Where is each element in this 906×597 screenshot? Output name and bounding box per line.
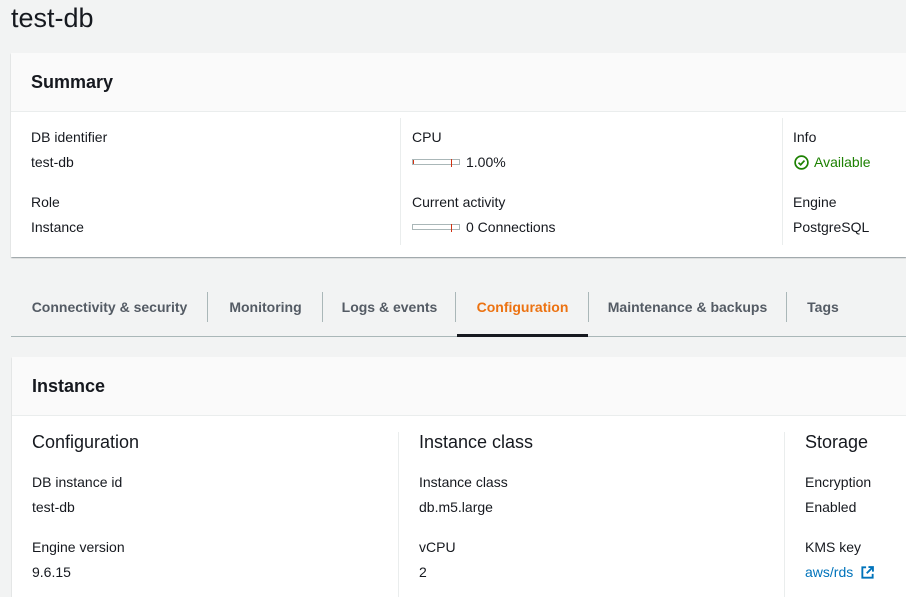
role-label: Role bbox=[31, 194, 60, 210]
page-title: test-db bbox=[11, 0, 94, 36]
encryption-label: Encryption bbox=[805, 474, 871, 490]
engine-label: Engine bbox=[793, 194, 837, 210]
instance-divider-1 bbox=[398, 432, 399, 597]
summary-heading: Summary bbox=[11, 53, 906, 112]
cpu-label: CPU bbox=[412, 129, 442, 145]
instance-divider-2 bbox=[784, 432, 785, 597]
db-instance-id-value: test-db bbox=[32, 499, 75, 515]
tab-logs-events[interactable]: Logs & events bbox=[323, 278, 456, 336]
check-circle-icon bbox=[794, 155, 809, 170]
db-identifier-value: test-db bbox=[31, 154, 74, 170]
instance-panel: Instance Configuration DB instance id te… bbox=[12, 357, 906, 597]
tab-tags[interactable]: Tags bbox=[787, 278, 859, 336]
engine-version-label: Engine version bbox=[32, 539, 125, 555]
detail-tabs: Connectivity & security Monitoring Logs … bbox=[11, 278, 906, 337]
vcpu-label: vCPU bbox=[419, 539, 456, 555]
activity-bar bbox=[412, 224, 460, 230]
storage-section-title: Storage bbox=[805, 432, 868, 453]
instance-class-label: Instance class bbox=[419, 474, 508, 490]
cpu-value: 1.00% bbox=[466, 154, 506, 170]
tab-configuration[interactable]: Configuration bbox=[457, 278, 588, 336]
current-activity-value: 0 Connections bbox=[466, 219, 556, 235]
summary-panel: Summary DB identifier test-db Role Insta… bbox=[11, 53, 906, 257]
info-label: Info bbox=[793, 129, 816, 145]
kms-key-label: KMS key bbox=[805, 539, 861, 555]
status-available: Available bbox=[814, 154, 871, 170]
tab-connectivity-security[interactable]: Connectivity & security bbox=[11, 278, 208, 336]
encryption-value: Enabled bbox=[805, 499, 856, 515]
cpu-usage-bar bbox=[412, 159, 460, 165]
db-instance-id-label: DB instance id bbox=[32, 474, 122, 490]
current-activity-label: Current activity bbox=[412, 194, 505, 210]
engine-version-value: 9.6.15 bbox=[32, 564, 71, 580]
kms-key-link[interactable]: aws/rds bbox=[805, 564, 853, 580]
tab-monitoring[interactable]: Monitoring bbox=[208, 278, 323, 336]
role-value: Instance bbox=[31, 219, 84, 235]
instance-class-value: db.m5.large bbox=[419, 499, 493, 515]
configuration-section-title: Configuration bbox=[32, 432, 139, 453]
activity-bar-threshold bbox=[451, 224, 452, 232]
db-identifier-label: DB identifier bbox=[31, 129, 107, 145]
instance-class-section-title: Instance class bbox=[419, 432, 533, 453]
vcpu-value: 2 bbox=[419, 564, 427, 580]
tab-maintenance-backups[interactable]: Maintenance & backups bbox=[589, 278, 786, 336]
tab-separator bbox=[455, 292, 456, 322]
instance-heading: Instance bbox=[12, 357, 906, 416]
summary-divider-1 bbox=[400, 118, 401, 245]
cpu-usage-bar-threshold bbox=[451, 159, 452, 167]
summary-divider-2 bbox=[782, 118, 783, 245]
external-link-icon[interactable] bbox=[860, 565, 875, 580]
engine-value: PostgreSQL bbox=[793, 219, 869, 235]
